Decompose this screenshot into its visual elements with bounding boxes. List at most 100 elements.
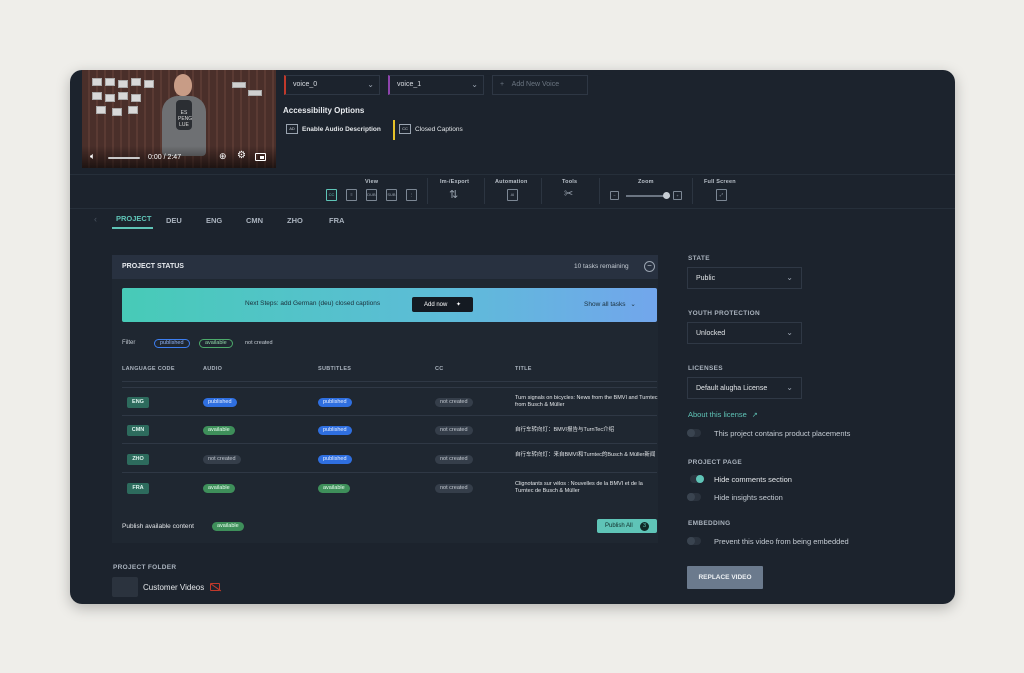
project-status-title: PROJECT STATUS [122, 263, 184, 270]
import-export-icon[interactable]: ⇅ [449, 188, 458, 201]
title-cell: Clignotants sur vélos : Nouvelles de la … [515, 481, 643, 494]
state-dropdown[interactable]: Public ⌄ [687, 267, 802, 289]
zoom-out-icon[interactable]: − [610, 191, 619, 200]
tab-project[interactable]: PROJECT [116, 214, 151, 223]
wall-frames [92, 78, 162, 118]
toolbar-divider [427, 178, 428, 204]
cc-status: not created [435, 426, 473, 435]
audio-status: not created [203, 455, 241, 464]
replace-video-button[interactable]: REPLACE VIDEO [687, 566, 763, 589]
filter-not-created[interactable]: not created [245, 340, 273, 346]
closed-captions-label: Closed Captions [415, 126, 463, 133]
view-waveform-icon[interactable]: ⋮ [406, 189, 417, 201]
project-status-header: PROJECT STATUS 10 tasks remaining − [112, 255, 658, 279]
youth-protection-dropdown[interactable]: Unlocked ⌄ [687, 322, 802, 344]
state-label: STATE [688, 255, 710, 262]
language-code-badge: FRA [127, 483, 149, 494]
column-language-code: LANGUAGE CODE [122, 366, 175, 372]
column-audio: AUDIO [203, 366, 223, 372]
external-link-icon: ↗ [751, 412, 758, 419]
publish-available-pill: available [212, 522, 244, 531]
cc-status: not created [435, 398, 473, 407]
toolbar-fullscreen-label: Full Screen [704, 179, 736, 185]
collapse-icon[interactable]: − [644, 261, 655, 272]
tools-icon[interactable]: ✂ [564, 187, 573, 200]
language-globe-icon[interactable]: ⊕ [219, 151, 227, 162]
table-divider [122, 472, 657, 473]
product-placements-toggle[interactable] [687, 429, 701, 437]
show-all-tasks-link[interactable]: Show all tasks ⌄ [584, 300, 636, 308]
view-dub-icon[interactable]: DUB [366, 189, 377, 201]
add-now-button[interactable]: Add now ✦ [412, 297, 473, 312]
audio-status: available [203, 484, 235, 493]
title-cell: 自行车转向灯：来自BMVI和Turntec的Busch & Müller新闻 [515, 452, 656, 458]
subtitles-status: published [318, 455, 352, 464]
view-sub-icon[interactable]: SUB [386, 189, 397, 201]
cc-status: not created [435, 455, 473, 464]
folder-icon [112, 577, 138, 597]
settings-gear-icon[interactable]: ⚙ [237, 150, 246, 161]
add-new-voice-label: Add New Voice [511, 81, 560, 88]
chevron-down-icon: ⌄ [471, 80, 478, 89]
volume-slider[interactable] [108, 157, 140, 159]
audio-description-icon: AD [286, 124, 298, 134]
folder-name[interactable]: Customer Videos [143, 583, 204, 592]
filter-published[interactable]: published [154, 339, 190, 348]
tab-fra[interactable]: FRA [329, 216, 344, 225]
voice-select-0-value: voice_0 [293, 81, 318, 88]
subtitles-status: available [318, 484, 350, 493]
table-divider [122, 387, 657, 388]
embedding-label: EMBEDDING [688, 520, 731, 527]
about-license-label: About this license [688, 410, 747, 419]
column-title: TITLE [515, 366, 532, 372]
tabs-left-arrow-icon[interactable]: ‹ [94, 214, 97, 224]
table-divider [122, 443, 657, 444]
chevron-down-icon: ⌄ [786, 383, 793, 392]
licenses-dropdown[interactable]: Default alugha License ⌄ [687, 377, 802, 399]
fullscreen-icon[interactable]: ⤢ [716, 189, 727, 201]
tab-eng[interactable]: ENG [206, 216, 222, 225]
title-cell: 自行车转向灯：BMVI报告与TurnTec介绍 [515, 427, 615, 433]
hide-insights-label: Hide insights section [714, 493, 783, 502]
chevron-down-icon: ⌄ [786, 273, 793, 282]
toolbar-zoom-label: Zoom [638, 179, 654, 185]
add-new-voice-button[interactable]: + Add New Voice [492, 75, 588, 95]
licenses-label: LICENSES [688, 365, 723, 372]
filter-available[interactable]: available [199, 339, 233, 348]
subtitles-status: published [318, 426, 352, 435]
tab-zho[interactable]: ZHO [287, 216, 303, 225]
state-value: Public [696, 275, 716, 282]
ai-automation-icon[interactable]: AI [507, 189, 518, 201]
view-list-icon[interactable]: ≡ [346, 189, 357, 201]
table-divider [122, 415, 657, 416]
app-window: ES PENG LUE 🔈︎ 0:00 / 2:47 ⊕ ⚙ voice_0 ⌄… [70, 70, 955, 604]
project-folder-label: PROJECT FOLDER [113, 564, 177, 571]
zoom-in-icon[interactable]: + [673, 191, 682, 200]
hide-comments-toggle[interactable] [690, 475, 704, 483]
voice-select-1[interactable]: voice_1 ⌄ [388, 75, 484, 95]
miniplayer-icon[interactable] [255, 153, 266, 161]
language-code-badge: ZHO [127, 454, 149, 465]
video-player[interactable]: ES PENG LUE 🔈︎ 0:00 / 2:47 ⊕ ⚙ [82, 70, 276, 168]
prevent-embed-toggle[interactable] [687, 537, 701, 545]
publish-available-label: Publish available content [122, 523, 194, 530]
accessibility-title: Accessibility Options [283, 106, 365, 115]
voice-select-0[interactable]: voice_0 ⌄ [284, 75, 380, 95]
volume-icon[interactable]: 🔈︎ [90, 151, 95, 162]
zoom-slider-handle[interactable] [663, 192, 670, 199]
tab-cmn[interactable]: CMN [246, 216, 263, 225]
about-license-link[interactable]: About this license ↗ [688, 410, 758, 419]
hide-insights-toggle[interactable] [687, 493, 701, 501]
prevent-embed-label: Prevent this video from being embedded [714, 537, 849, 546]
publish-all-button[interactable]: Publish All 3 [597, 519, 657, 533]
audio-status: available [203, 426, 235, 435]
wall-frame [248, 90, 262, 96]
youth-protection-value: Unlocked [696, 330, 726, 337]
youth-protection-label: YOUTH PROTECTION [688, 310, 760, 317]
tab-deu[interactable]: DEU [166, 216, 182, 225]
column-cc: CC [435, 366, 444, 372]
view-cc-icon[interactable]: CC [326, 189, 337, 201]
chevron-down-icon: ⌄ [786, 328, 793, 337]
add-now-label: Add now [424, 302, 448, 308]
column-subtitles: SUBTITLES [318, 366, 352, 372]
